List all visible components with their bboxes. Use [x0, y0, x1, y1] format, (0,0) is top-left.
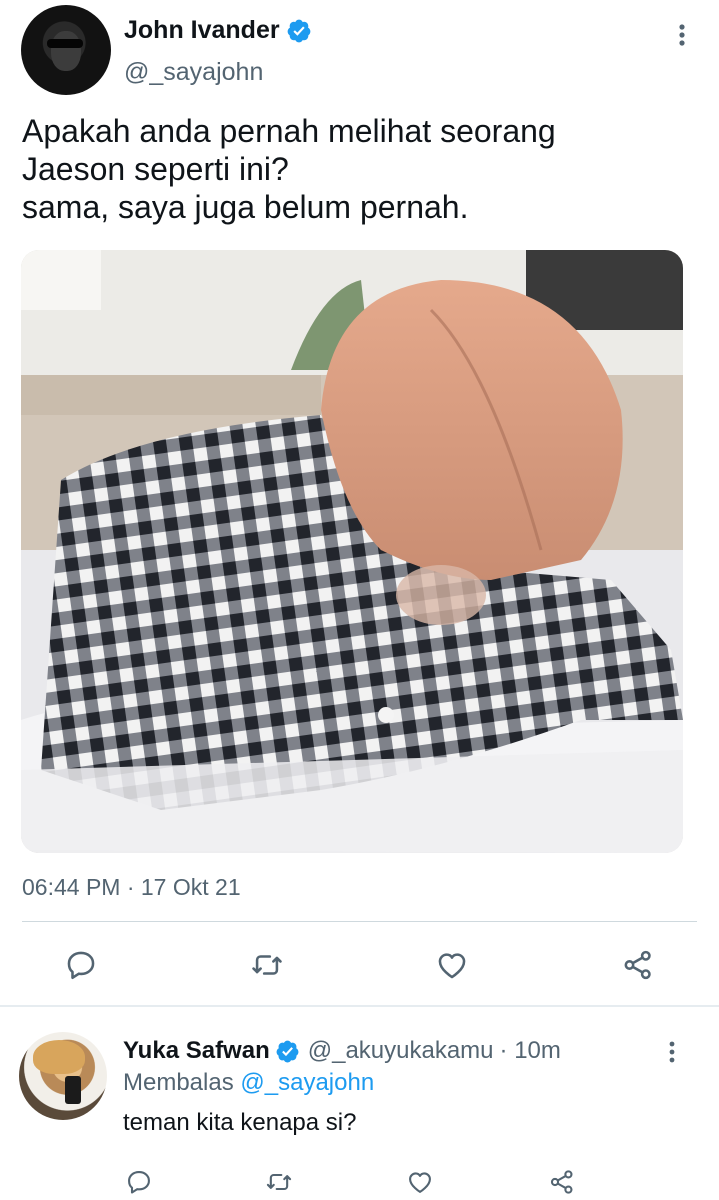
- author-name-row: John Ivander: [124, 16, 312, 45]
- share-icon: [624, 950, 651, 980]
- like-icon: [409, 1172, 431, 1193]
- verified-badge-icon: [287, 19, 310, 42]
- reply-button[interactable]: [56, 940, 106, 990]
- replying-label: Membalas: [123, 1069, 234, 1096]
- share-button[interactable]: [613, 940, 663, 990]
- photo-illustration: [21, 250, 683, 853]
- retweet-icon: [266, 1173, 292, 1191]
- like-icon: [438, 953, 466, 979]
- divider: [22, 921, 697, 922]
- avatar-phone: [65, 1076, 81, 1104]
- main-tweet: John Ivander @_sayajohn Apakah anda pern…: [0, 0, 719, 1005]
- reply-reply-button[interactable]: [119, 1162, 159, 1200]
- avatar-face: [51, 31, 81, 71]
- reply-like-button[interactable]: [400, 1162, 440, 1200]
- reply-icon: [128, 1171, 150, 1194]
- replying-to-mention[interactable]: @_sayajohn: [240, 1069, 374, 1096]
- reply-icon: [67, 951, 95, 980]
- tweet-photo[interactable]: [21, 250, 683, 853]
- reply-author-name[interactable]: Yuka Safwan: [123, 1037, 270, 1065]
- reply-header: Yuka Safwan @_akuyukakamu · 10m: [123, 1037, 561, 1065]
- like-button[interactable]: [427, 940, 477, 990]
- more-options-icon[interactable]: [670, 20, 694, 50]
- more-options-icon[interactable]: [660, 1037, 684, 1067]
- avatar-hair: [33, 1040, 85, 1074]
- reply-action-bar: [0, 1162, 719, 1200]
- tweet-action-bar: [0, 940, 719, 990]
- reply-tweet[interactable]: Yuka Safwan @_akuyukakamu · 10m Membalas…: [0, 1007, 719, 1200]
- retweet-button[interactable]: [242, 940, 292, 990]
- retweet-icon: [252, 955, 282, 975]
- verified-badge-icon: [276, 1040, 299, 1062]
- tweet-timestamp[interactable]: 06:44 PM · 17 Okt 21: [22, 874, 241, 901]
- author-name[interactable]: John Ivander: [124, 16, 280, 45]
- reply-time: · 10m: [499, 1037, 561, 1064]
- tweet-text: Apakah anda pernah melihat seorang Jaeso…: [22, 113, 556, 225]
- replying-to: Membalas @_sayajohn: [123, 1069, 374, 1097]
- author-handle[interactable]: @_sayajohn: [124, 58, 263, 87]
- share-icon: [550, 1170, 573, 1194]
- reply-retweet-button[interactable]: [259, 1162, 299, 1200]
- reply-author-avatar[interactable]: [19, 1032, 107, 1120]
- reply-text: teman kita kenapa si?: [123, 1109, 357, 1136]
- reply-share-button[interactable]: [542, 1162, 582, 1200]
- reply-author-handle[interactable]: @_akuyukakamu: [308, 1037, 494, 1065]
- avatar-sunglasses: [47, 39, 83, 48]
- author-avatar[interactable]: [21, 5, 111, 95]
